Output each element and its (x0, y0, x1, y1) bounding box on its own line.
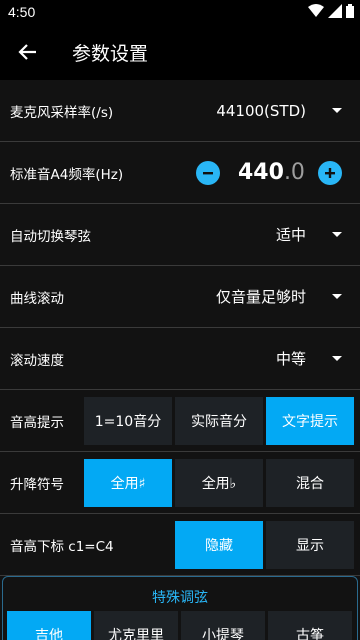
wifi-icon (308, 4, 324, 17)
curve-scroll-label: 曲线滚动 (10, 290, 64, 307)
auto-switch-value: 适中 (275, 226, 306, 244)
pitch-hint-label: 音高提示 (10, 414, 64, 431)
back-arrow-icon (18, 44, 36, 60)
pitch-hint-option[interactable]: 实际音分 (175, 397, 263, 445)
auto-switch-dropdown[interactable]: 适中 (276, 224, 342, 245)
curve-scroll-dropdown[interactable]: 仅音量足够时 (216, 286, 342, 307)
a4-frequency-stepper: 440.0 (196, 160, 342, 185)
signal-icon (328, 4, 342, 18)
row-accidental: 升降符号 全用♯ 全用♭ 混合 (0, 452, 360, 514)
row-auto-switch: 自动切换琴弦 适中 (0, 204, 360, 266)
tuning-option[interactable]: 吉他 (7, 611, 91, 640)
row-a4-frequency: 标准音A4频率(Hz) 440.0 (0, 142, 360, 204)
app-bar: 参数设置 (0, 24, 360, 80)
special-tuning-title: 特殊调弦 (152, 590, 208, 606)
subscript-segmented: 隐藏 显示 (175, 521, 354, 569)
dropdown-caret-icon (332, 108, 342, 113)
mic-rate-dropdown[interactable]: 44100(STD) (216, 102, 342, 120)
row-subscript: 音高下标 c1=C4 隐藏 显示 (0, 514, 360, 576)
a4-frequency-integer: 440 (238, 160, 284, 185)
accidental-option[interactable]: 全用♭ (175, 459, 263, 507)
accidental-option[interactable]: 全用♯ (84, 459, 172, 507)
curve-scroll-value: 仅音量足够时 (215, 288, 306, 306)
row-curve-scroll: 曲线滚动 仅音量足够时 (0, 266, 360, 328)
tuning-option[interactable]: 尤克里里 (94, 611, 178, 640)
a4-frequency-decimal: .0 (283, 160, 305, 185)
decrease-button[interactable] (196, 160, 220, 185)
dropdown-caret-icon (332, 356, 342, 361)
row-scroll-speed: 滚动速度 中等 (0, 328, 360, 390)
status-time: 4:50 (8, 4, 36, 20)
scroll-speed-value: 中等 (275, 350, 306, 368)
battery-icon (346, 4, 354, 18)
status-icons (308, 4, 354, 18)
dropdown-caret-icon (332, 232, 342, 237)
special-tuning-segmented: 吉他 尤克里里 小提琴 古筝 (7, 611, 352, 640)
pitch-hint-option[interactable]: 文字提示 (266, 397, 354, 445)
subscript-option[interactable]: 显示 (266, 521, 354, 569)
a4-frequency-value: 440.0 (238, 160, 308, 185)
mic-rate-value: 44100(STD) (216, 101, 306, 120)
tuning-option[interactable]: 古筝 (268, 611, 352, 640)
special-tuning-panel: 特殊调弦 吉他 尤克里里 小提琴 古筝 (2, 576, 358, 640)
dropdown-caret-icon (332, 294, 342, 299)
plus-icon (325, 167, 335, 178)
row-pitch-hint: 音高提示 1=10音分 实际音分 文字提示 (0, 390, 360, 452)
accidental-segmented: 全用♯ 全用♭ 混合 (84, 459, 354, 507)
subscript-label: 音高下标 c1=C4 (10, 538, 114, 555)
back-button[interactable] (0, 24, 56, 80)
auto-switch-label: 自动切换琴弦 (10, 228, 91, 245)
tuning-option[interactable]: 小提琴 (181, 611, 265, 640)
increase-button[interactable] (318, 160, 342, 185)
pitch-hint-option[interactable]: 1=10音分 (84, 397, 172, 445)
row-mic-rate: 麦克风采样率(/s) 44100(STD) (0, 80, 360, 142)
settings-list: 麦克风采样率(/s) 44100(STD) 标准音A4频率(Hz) 440.0 … (0, 80, 360, 576)
scroll-speed-dropdown[interactable]: 中等 (276, 348, 342, 369)
page-title: 参数设置 (72, 42, 149, 65)
minus-icon (203, 171, 213, 174)
pitch-hint-segmented: 1=10音分 实际音分 文字提示 (84, 397, 354, 445)
subscript-option[interactable]: 隐藏 (175, 521, 263, 569)
status-bar: 4:50 (0, 0, 360, 24)
accidental-option[interactable]: 混合 (266, 459, 354, 507)
mic-rate-label: 麦克风采样率(/s) (10, 104, 114, 121)
accidental-label: 升降符号 (10, 476, 64, 493)
a4-frequency-label: 标准音A4频率(Hz) (10, 166, 124, 183)
scroll-speed-label: 滚动速度 (10, 352, 64, 369)
